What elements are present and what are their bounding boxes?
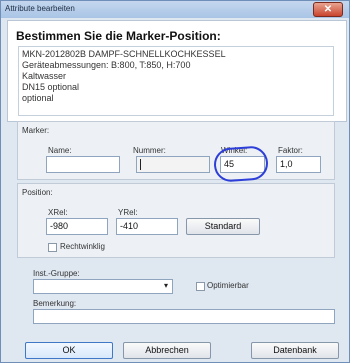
window-title: Attribute bearbeiten <box>5 4 75 13</box>
faktor-input[interactable]: 1,0 <box>276 156 321 173</box>
page-title: Bestimmen Sie die Marker-Position: <box>16 29 221 43</box>
description-line-1: MKN-2012802B DAMPF-SCHNELLKOCHKESSEL <box>22 49 226 59</box>
description-line-3: Kaltwasser <box>22 71 67 81</box>
description-line-4: DN15 optional <box>22 82 80 92</box>
rechtwinklig-checkbox[interactable] <box>48 243 57 252</box>
cancel-button[interactable]: Abbrechen <box>123 342 211 359</box>
rechtwinklig-label: Rechtwinklig <box>60 242 105 251</box>
xrel-label: XRel: <box>48 208 68 217</box>
name-label: Name: <box>48 146 72 155</box>
description-box: MKN-2012802B DAMPF-SCHNELLKOCHKESSEL Ger… <box>18 46 334 116</box>
optimierbar-label: Optimierbar <box>207 281 249 290</box>
nummer-input[interactable] <box>136 156 210 173</box>
yrel-label: YRel: <box>118 208 138 217</box>
nummer-label: Nummer: <box>133 146 166 155</box>
yrel-input[interactable]: -410 <box>116 218 178 235</box>
header-panel: Bestimmen Sie die Marker-Position: MKN-2… <box>7 20 347 122</box>
ok-button[interactable]: OK <box>25 342 113 359</box>
optimierbar-checkbox[interactable] <box>196 282 205 291</box>
description-line-5: optional <box>22 93 54 103</box>
inst-gruppe-label: Inst.-Gruppe: <box>33 269 80 278</box>
standard-button[interactable]: Standard <box>186 218 260 235</box>
dialog-window: Attribute bearbeiten ✕ Bestimmen Sie die… <box>0 0 350 363</box>
description-line-2: Geräteabmessungen: B:800, T:850, H:700 <box>22 60 191 70</box>
winkel-highlight-annotation <box>212 145 270 183</box>
text-caret <box>140 159 141 170</box>
name-input[interactable] <box>46 156 120 173</box>
position-group-label: Position: <box>22 188 53 197</box>
close-button[interactable]: ✕ <box>313 2 343 17</box>
marker-group-label: Marker: <box>22 126 50 135</box>
inst-gruppe-select[interactable]: ▾ <box>33 279 173 294</box>
datenbank-button[interactable]: Datenbank <box>251 342 339 359</box>
bemerkung-label: Bemerkung: <box>33 299 77 308</box>
chevron-down-icon: ▾ <box>163 281 168 290</box>
faktor-label: Faktor: <box>278 146 303 155</box>
marker-group: Marker: Name: Nummer: Winkel: 45 Faktor:… <box>17 121 335 180</box>
xrel-input[interactable]: -980 <box>46 218 108 235</box>
position-group: Position: XRel: -980 YRel: -410 Standard… <box>17 183 335 258</box>
bemerkung-input[interactable] <box>33 309 335 324</box>
title-bar[interactable]: Attribute bearbeiten ✕ <box>1 1 349 18</box>
close-icon: ✕ <box>323 4 333 15</box>
